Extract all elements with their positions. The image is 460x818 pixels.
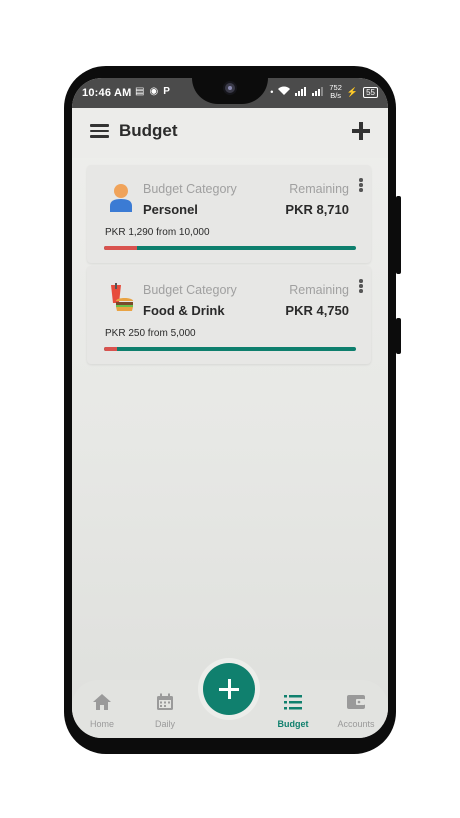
nav-label: Budget (277, 719, 309, 729)
nav-label: Daily (154, 719, 175, 729)
net-speed: 752 B/s (329, 83, 342, 100)
charging-icon: ⚡ (346, 86, 359, 97)
parking-icon: P (163, 86, 170, 97)
screen: 10:46 AM ▤ ◉ P • 752 B/s ⚡ 55 Budget Bud… (72, 78, 388, 738)
nav-accounts[interactable]: Accounts (326, 693, 386, 729)
remaining-value: PKR 4,750 (285, 303, 349, 318)
budget-progress-fill (104, 347, 117, 351)
nav-label: Home (89, 719, 114, 729)
hotspot-icon: ◉ (149, 86, 159, 97)
category-label: Budget Category (143, 182, 237, 196)
remaining-label: Remaining (289, 283, 349, 297)
more-options-icon[interactable] (359, 178, 363, 192)
power-button (396, 196, 401, 274)
nav-daily[interactable]: Daily (135, 693, 195, 729)
nav-budget[interactable]: Budget (263, 693, 323, 729)
budget-card[interactable]: Budget Category Personel Remaining PKR 8… (87, 165, 371, 263)
nav-label: Accounts (337, 719, 375, 729)
budget-card[interactable]: Budget Category Food & Drink Remaining P… (87, 266, 371, 364)
food-drink-icon (107, 283, 135, 315)
list-icon (284, 695, 302, 710)
signal-icon-2 (312, 86, 324, 98)
status-time: 10:46 AM (82, 87, 132, 99)
page-title: Budget (119, 121, 178, 140)
wifi-icon (278, 86, 291, 98)
message-icon: ▤ (135, 86, 145, 97)
calendar-icon (157, 693, 173, 710)
remaining-label: Remaining (289, 182, 349, 196)
app-bar: Budget (72, 108, 388, 158)
budget-progress-bar (104, 347, 356, 351)
menu-icon[interactable] (90, 124, 109, 138)
progress-text: PKR 250 from 5,000 (105, 328, 196, 339)
signal-icon (295, 86, 307, 98)
camera (223, 81, 237, 95)
home-icon (93, 694, 111, 710)
progress-text: PKR 1,290 from 10,000 (105, 227, 210, 238)
volume-button (396, 318, 401, 354)
remaining-value: PKR 8,710 (285, 202, 349, 217)
category-name: Food & Drink (143, 303, 225, 318)
category-name: Personel (143, 202, 198, 217)
add-transaction-button[interactable] (203, 663, 255, 715)
dot-icon: • (270, 87, 274, 97)
budget-progress-fill (104, 246, 137, 250)
person-icon (107, 182, 135, 214)
add-budget-button[interactable] (352, 122, 370, 140)
status-bar: 10:46 AM ▤ ◉ P • 752 B/s ⚡ 55 (72, 78, 388, 108)
wallet-icon (347, 695, 365, 709)
more-options-icon[interactable] (359, 279, 363, 293)
budget-progress-bar (104, 246, 356, 250)
nav-home[interactable]: Home (72, 693, 132, 729)
battery-icon: 55 (363, 86, 378, 98)
category-label: Budget Category (143, 283, 237, 297)
